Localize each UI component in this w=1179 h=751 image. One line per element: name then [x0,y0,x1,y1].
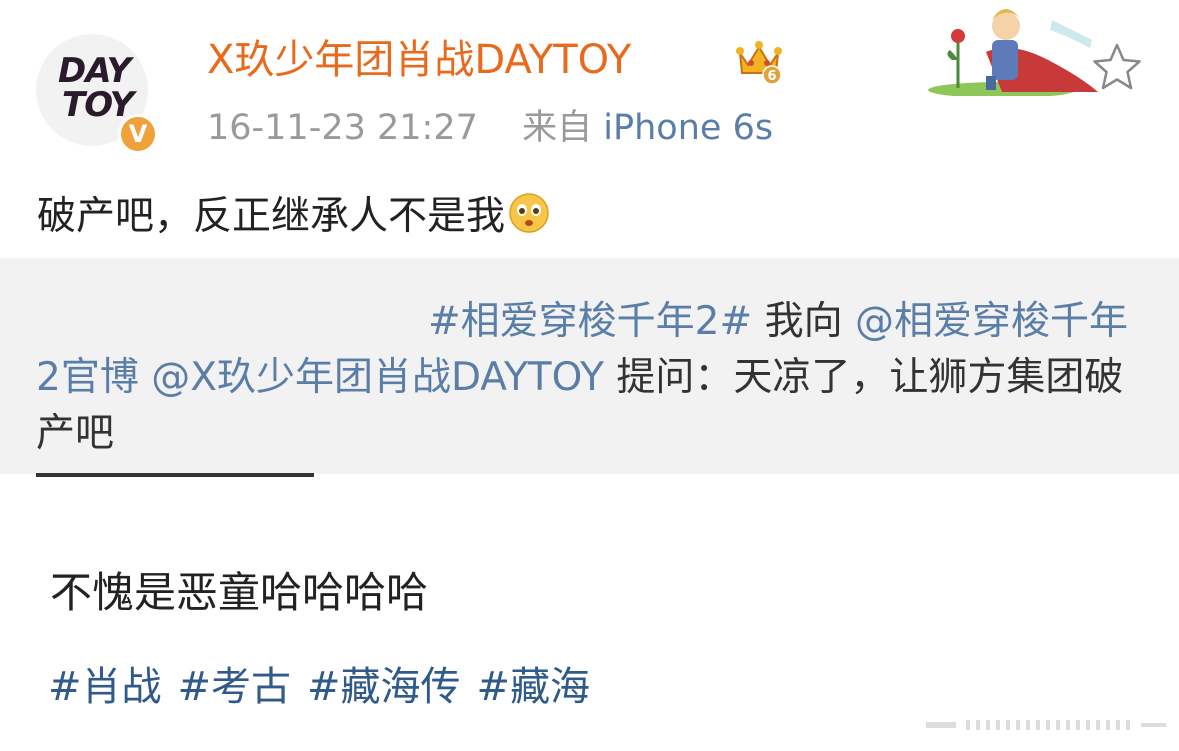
retweet-text: #相爱穿梭千年2# 我向 @相爱穿梭千年2官博 @X玖少年团肖战DAYTOY 提… [36,294,1146,462]
avatar[interactable]: DAY TOY V [36,34,158,154]
avatar-logo: DAY TOY [58,54,134,125]
post-text: 破产吧，反正继承人不是我 [37,190,551,244]
mention-link-2[interactable]: @X玖少年团肖战DAYTOY [151,355,604,400]
star-outline-icon[interactable] [1090,40,1144,94]
crown-badge-icon: 6 [736,41,782,85]
post-meta: 16-11-23 21:27 来自 iPhone 6s [207,105,773,151]
timestamp: 16-11-23 21:27 [207,108,478,148]
source-device[interactable]: iPhone 6s [603,108,773,148]
retweet-card[interactable]: #相爱穿梭千年2# 我向 @相爱穿梭千年2官博 @X玖少年团肖战DAYTOY 提… [0,258,1179,474]
crown-level: 6 [767,69,776,84]
tag-link[interactable]: #藏海传 [307,664,461,710]
source-prefix: 来自 [522,108,593,148]
caption-comment: 不愧是恶童哈哈哈哈 [50,568,429,617]
verified-badge-icon: V [118,114,158,154]
pleading-face-emoji [509,193,549,233]
retweet-text-1: 我向 [752,299,855,344]
tag-link[interactable]: #考古 [178,664,292,710]
retweet-image-strip [36,473,314,477]
watermark [926,720,1166,730]
username-link[interactable]: X玖少年团肖战DAYTOY [207,34,631,86]
tag-link[interactable]: #肖战 [48,664,162,710]
post-body: 破产吧，反正继承人不是我 [37,194,506,239]
tag-link[interactable]: #藏海 [477,664,591,710]
tag-list: #肖战 #考古 #藏海传 #藏海 [48,660,606,714]
hashtag-link[interactable]: #相爱穿梭千年2# [428,299,752,344]
retweet-space [139,355,151,400]
little-prince-sticker [928,9,1098,96]
avatar-logo-line2: TOY [62,85,134,125]
